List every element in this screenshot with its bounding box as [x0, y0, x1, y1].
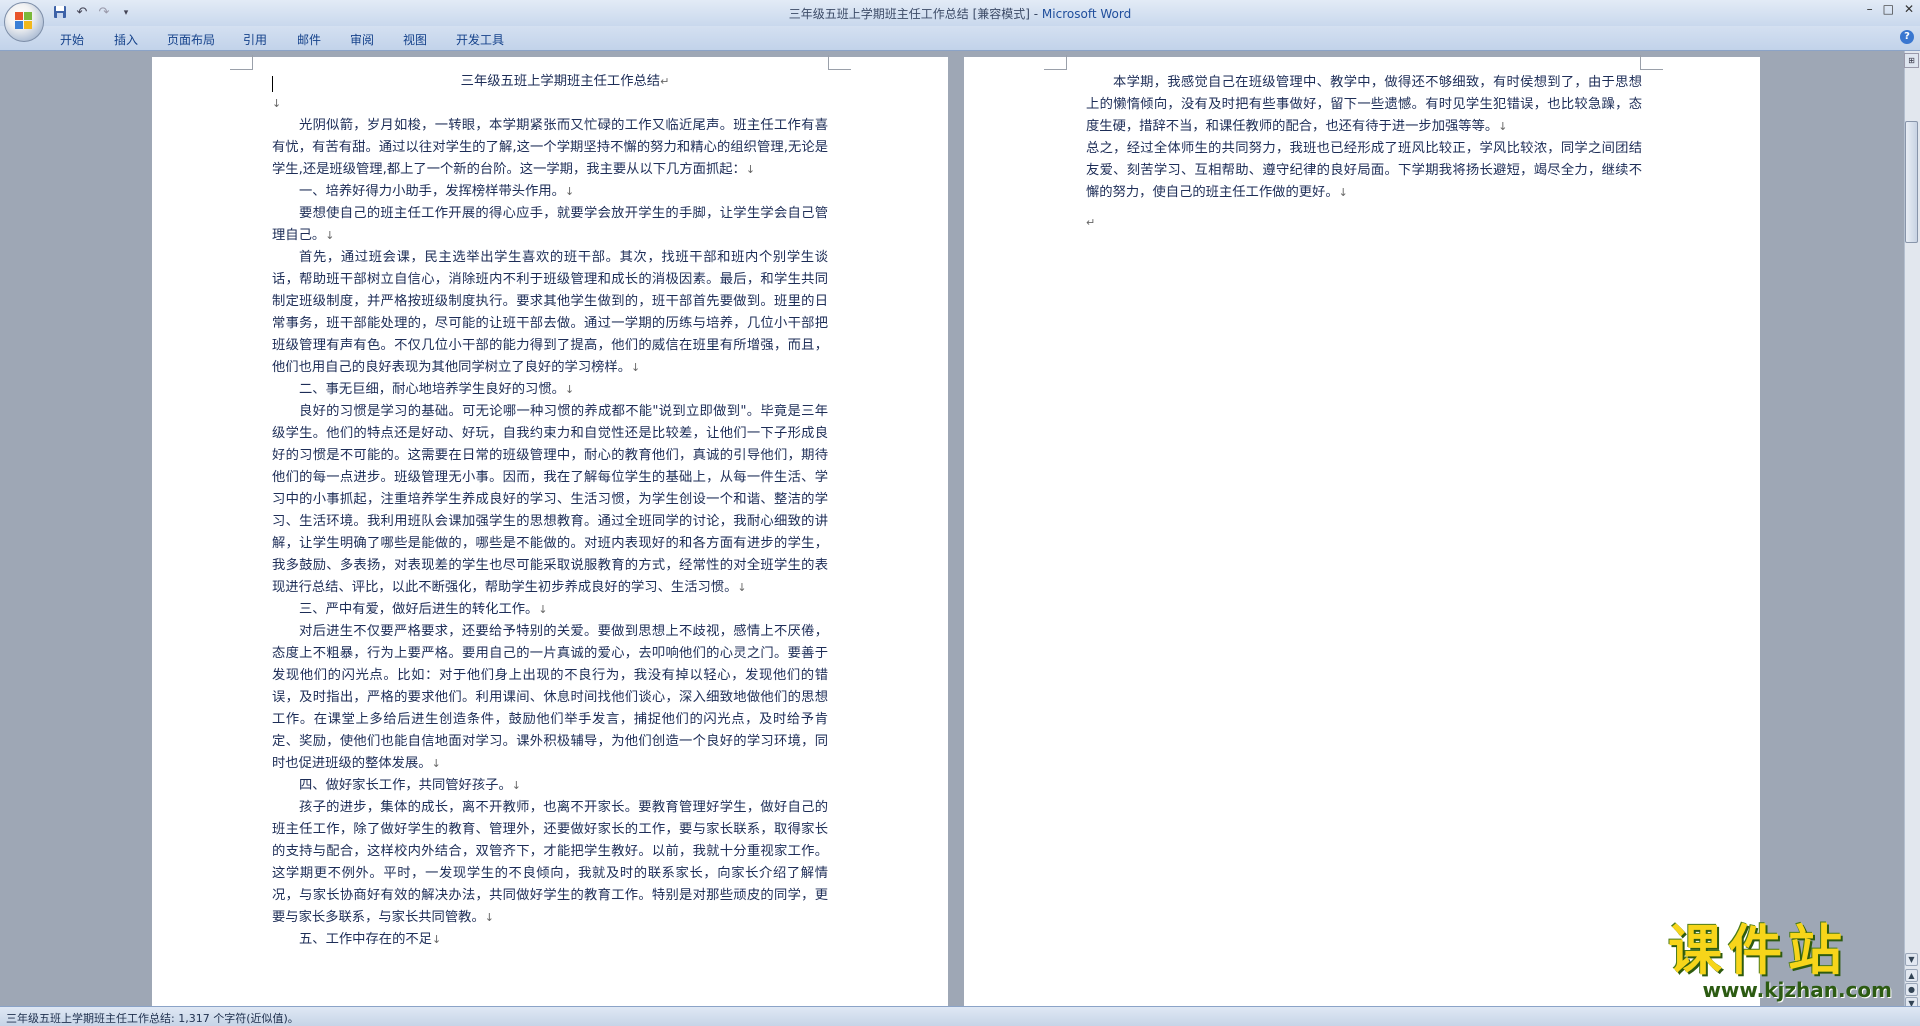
- paragraph: 要想使自己的班主任工作开展的得心应手，就要学会放开学生的手脚，让学生学会自己管理…: [272, 203, 828, 247]
- paragraph-mark: ↓: [737, 581, 747, 594]
- select-browse-object-icon[interactable]: ●: [1905, 983, 1918, 996]
- office-button[interactable]: [4, 2, 44, 42]
- ribbon-tabs: 开始 插入 页面布局 引用 邮件 审阅 视图 开发工具: [0, 26, 1920, 51]
- paragraph: 孩子的进步，集体的成长，离不开教师，也离不开家长。要教育管理好学生，做好自己的班…: [272, 797, 828, 929]
- paragraph: 二、事无巨细，耐心地培养学生良好的习惯。↓: [272, 379, 828, 401]
- paragraph-mark: ↓: [564, 185, 575, 198]
- tab-home[interactable]: 开始: [60, 31, 84, 48]
- window-controls: – □ ✕: [1867, 2, 1914, 16]
- view-ruler-icon[interactable]: ⊞: [1904, 53, 1919, 68]
- watermark-url: www.kjzhan.com: [1702, 978, 1892, 1002]
- tab-view[interactable]: 视图: [403, 31, 427, 48]
- paragraph-text: 二、事无巨细，耐心地培养学生良好的习惯。: [299, 382, 565, 397]
- status-bar: 三年级五班上学期班主任工作总结: 1,317 个字符(近似值)。: [0, 1006, 1920, 1026]
- paragraph-mark: ↓: [511, 779, 521, 792]
- help-icon[interactable]: ?: [1900, 30, 1914, 44]
- crop-mark: [1640, 55, 1663, 70]
- page-1-paragraphs: ↓ 光阴似箭，岁月如梭，一转眼，本学期紧张而又忙碌的工作又临近尾声。班主任工作有喜…: [272, 93, 828, 951]
- paragraph-mark: ↓: [1338, 186, 1348, 199]
- page-2-paragraphs: 本学期，我感觉自己在班级管理中、教学中，做得还不够细致，有时侯想到了，由于思想上…: [1086, 72, 1642, 234]
- paragraph: 对后进生不仅要严格要求，还要给予特别的关爱。要做到思想上不歧视，感情上不厌倦，态…: [272, 621, 828, 775]
- paragraph-mark: ↓: [325, 229, 335, 242]
- tab-review[interactable]: 审阅: [350, 31, 374, 48]
- paragraph-mark: ↓: [538, 603, 548, 616]
- tab-mailings[interactable]: 邮件: [297, 31, 321, 48]
- page-1-text[interactable]: 三年级五班上学期班主任工作总结↵ ↓ 光阴似箭，岁月如梭，一转眼，本学期紧张而又忙…: [272, 71, 828, 951]
- paragraph: ↓: [272, 93, 828, 115]
- paragraph-text: 总之，经过全体师生的共同努力，我班也已经形成了班风比较正，学风比较浓，同学之间团…: [1086, 141, 1642, 200]
- status-word-count[interactable]: 三年级五班上学期班主任工作总结: 1,317 个字符(近似值)。: [6, 1010, 299, 1026]
- paragraph: 一、培养好得力小助手，发挥榜样带头作用。↓: [272, 181, 828, 203]
- vertical-scrollbar[interactable]: ▼ ▲ ● ▼: [1904, 51, 1920, 1010]
- paragraph-mark: ↵: [660, 75, 670, 88]
- paragraph-text: 要想使自己的班主任工作开展的得心应手，就要学会放开学生的手脚，让学生学会自己管理…: [272, 206, 828, 243]
- window-title: 三年级五班上学期班主任工作总结 [兼容模式] - Microsoft Word: [788, 7, 1132, 21]
- tab-page-layout[interactable]: 页面布局: [167, 31, 215, 48]
- paragraph: 光阴似箭，岁月如梭，一转眼，本学期紧张而又忙碌的工作又临近尾声。班主任工作有喜有…: [272, 115, 828, 181]
- scroll-down-icon[interactable]: ▼: [1905, 953, 1918, 966]
- paragraph-text: 良好的习惯是学习的基础。可无论哪一种习惯的养成都不能"说到立即做到"。毕竟是三年…: [272, 404, 828, 595]
- paragraph: 五、工作中存在的不足↓: [272, 929, 828, 951]
- paragraph-text: 三、严中有爱，做好后进生的转化工作。: [299, 602, 539, 617]
- paragraph: 四、做好家长工作，共同管好孩子。↓: [272, 775, 828, 797]
- paragraph-mark: ↓: [484, 911, 494, 924]
- title-bar: ↶ ↷ ▾ 三年级五班上学期班主任工作总结 [兼容模式] - Microsoft…: [0, 0, 1920, 26]
- paragraph-mark: ↓: [272, 97, 282, 110]
- tab-references[interactable]: 引用: [243, 31, 267, 48]
- paragraph-text: 五、工作中存在的不足: [299, 932, 432, 947]
- paragraph-text: 对后进生不仅要严格要求，还要给予特别的关爱。要做到思想上不歧视，感情上不厌倦，态…: [272, 624, 828, 771]
- paragraph-text: 首先，通过班会课，民主选举出学生喜欢的班干部。其次，找班干部和班内个别学生谈话，…: [272, 250, 828, 375]
- scrollbar-thumb[interactable]: [1905, 121, 1918, 243]
- paragraph-mark: ↓: [631, 361, 641, 374]
- paragraph-text: 一、培养好得力小助手，发挥榜样带头作用。: [299, 184, 565, 199]
- maximize-icon[interactable]: □: [1883, 2, 1894, 16]
- paragraph-text: 孩子的进步，集体的成长，离不开教师，也离不开家长。要教育管理好学生，做好自己的班…: [272, 800, 828, 925]
- document-area[interactable]: 三年级五班上学期班主任工作总结↵ ↓ 光阴似箭，岁月如梭，一转眼，本学期紧张而又忙…: [0, 51, 1905, 1006]
- watermark-logo: 课件站 www.kjzhan.com: [1668, 922, 1898, 1002]
- paragraph-mark: ↓: [431, 757, 441, 770]
- paragraph-mark: ↓: [1498, 120, 1508, 133]
- previous-page-icon[interactable]: ▲: [1905, 969, 1918, 982]
- paragraph-text: 光阴似箭，岁月如梭，一转眼，本学期紧张而又忙碌的工作又临近尾声。班主任工作有喜有…: [272, 118, 828, 177]
- paragraph-text: 四、做好家长工作，共同管好孩子。: [299, 778, 512, 793]
- close-icon[interactable]: ✕: [1904, 2, 1914, 16]
- paragraph-text: 本学期，我感觉自己在班级管理中、教学中，做得还不够细致，有时侯想到了，由于思想上…: [1086, 75, 1642, 134]
- paragraph: 首先，通过班会课，民主选举出学生喜欢的班干部。其次，找班干部和班内个别学生谈话，…: [272, 247, 828, 379]
- paragraph: 良好的习惯是学习的基础。可无论哪一种习惯的养成都不能"说到立即做到"。毕竟是三年…: [272, 401, 828, 599]
- tab-insert[interactable]: 插入: [114, 31, 138, 48]
- paragraph-mark: ↓: [564, 383, 575, 396]
- crop-mark: [230, 55, 253, 70]
- crop-mark: [828, 55, 851, 70]
- paragraph-mark: ↵: [1086, 216, 1096, 229]
- paragraph: 本学期，我感觉自己在班级管理中、教学中，做得还不够细致，有时侯想到了，由于思想上…: [1086, 72, 1642, 138]
- paragraph: 三、严中有爱，做好后进生的转化工作。↓: [272, 599, 828, 621]
- office-logo-icon: [15, 12, 33, 30]
- document-page-2[interactable]: 本学期，我感觉自己在班级管理中、教学中，做得还不够细致，有时侯想到了，由于思想上…: [964, 55, 1760, 1006]
- minimize-icon[interactable]: –: [1867, 2, 1873, 16]
- paragraph-mark: ↓: [431, 933, 442, 946]
- paragraph: ↵: [1086, 212, 1642, 234]
- document-page-1[interactable]: 三年级五班上学期班主任工作总结↵ ↓ 光阴似箭，岁月如梭，一转眼，本学期紧张而又忙…: [152, 55, 948, 1006]
- crop-mark: [1044, 55, 1067, 70]
- watermark-text: 课件站: [1668, 918, 1848, 982]
- tab-developer[interactable]: 开发工具: [456, 31, 504, 48]
- page-2-text[interactable]: 本学期，我感觉自己在班级管理中、教学中，做得还不够细致，有时侯想到了，由于思想上…: [1086, 72, 1642, 234]
- document-title: 三年级五班上学期班主任工作总结↵: [460, 74, 670, 89]
- paragraph: 总之，经过全体师生的共同努力，我班也已经形成了班风比较正，学风比较浓，同学之间团…: [1086, 138, 1642, 204]
- paragraph-mark: ↓: [745, 163, 756, 176]
